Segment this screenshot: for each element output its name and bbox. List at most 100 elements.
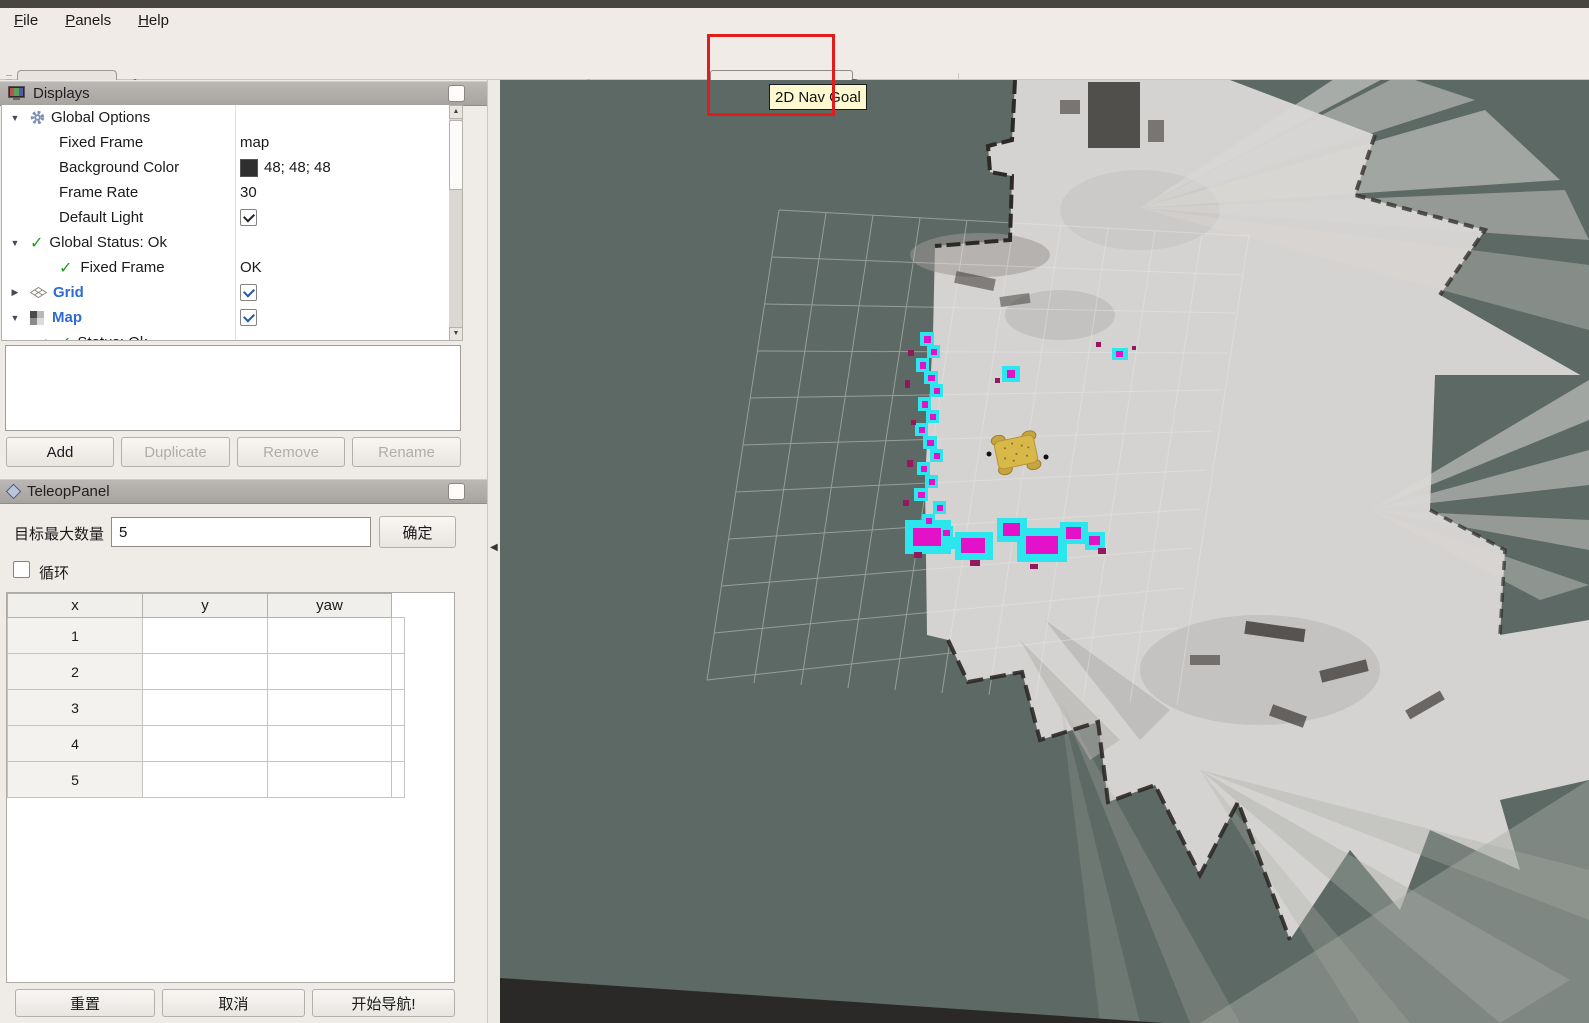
cell-x[interactable] — [143, 726, 268, 762]
gear-icon — [30, 110, 45, 125]
default-light-checkbox[interactable] — [240, 209, 257, 226]
tree-row-fixed-frame-status[interactable]: ✓ Fixed Frame — [2, 255, 234, 280]
grid-icon — [30, 287, 47, 298]
fixed-frame-value[interactable]: map — [240, 130, 440, 155]
default-light-value — [240, 205, 440, 230]
add-display-button[interactable]: Add — [6, 437, 114, 467]
scrollbar-thumb[interactable] — [449, 120, 463, 190]
scroll-down-button[interactable]: ▼ — [449, 327, 463, 341]
cell-yaw[interactable] — [392, 654, 405, 690]
duplicate-display-button[interactable]: Duplicate — [121, 437, 230, 467]
row-header: 3 — [8, 690, 143, 726]
teleop-float-button[interactable] — [448, 483, 465, 500]
cancel-label: 取消 — [218, 993, 248, 1014]
tree-row-frame-rate[interactable]: Frame Rate — [2, 180, 234, 205]
cell-y[interactable] — [268, 654, 392, 690]
displays-float-button[interactable] — [448, 85, 465, 102]
displays-panel-header[interactable]: Displays — [0, 81, 487, 106]
map-enabled-value — [240, 305, 440, 330]
frame-rate-value[interactable]: 30 — [240, 180, 440, 205]
goal-row-2: 2 — [8, 654, 405, 690]
tree-row-global-options[interactable]: ▼ Global Options — [2, 105, 234, 130]
loop-checkbox[interactable] — [13, 561, 30, 578]
row-header: 4 — [8, 726, 143, 762]
panel-splitter[interactable]: ◀ — [487, 80, 500, 1023]
window-titlebar — [0, 0, 1589, 8]
tree-column-divider[interactable] — [235, 105, 236, 340]
menu-file[interactable]: File — [14, 12, 38, 29]
cell-y[interactable] — [268, 618, 392, 654]
tree-row-map-status[interactable]: ▶ ✓ Status: Ok — [2, 330, 234, 341]
column-header-x[interactable]: x — [8, 594, 143, 618]
displays-panel-title: Displays — [33, 85, 90, 102]
background-color-value[interactable]: 48; 48; 48 — [240, 155, 440, 180]
map-render — [500, 80, 1589, 1023]
row-label: Frame Rate — [59, 184, 138, 201]
tree-row-fixed-frame[interactable]: Fixed Frame — [2, 130, 234, 155]
confirm-button[interactable]: 确定 — [379, 516, 456, 548]
row-label: Background Color — [59, 159, 179, 176]
teleop-diamond-icon — [6, 484, 22, 500]
add-label: Add — [47, 444, 74, 461]
cell-yaw[interactable] — [392, 762, 405, 798]
cell-yaw[interactable] — [392, 618, 405, 654]
tree-row-background-color[interactable]: Background Color — [2, 155, 234, 180]
menu-bar: File Panels Help — [0, 8, 1589, 33]
expander-icon[interactable]: ▶ — [42, 337, 56, 341]
remove-display-button[interactable]: Remove — [237, 437, 345, 467]
goal-row-4: 4 — [8, 726, 405, 762]
goal-row-5: 5 — [8, 762, 405, 798]
teleop-panel-header[interactable]: TeleopPanel — [0, 479, 487, 504]
max-goal-label: 目标最大数量 — [14, 523, 104, 544]
expander-icon[interactable]: ▶ — [8, 287, 22, 298]
cell-y[interactable] — [268, 690, 392, 726]
cell-x[interactable] — [143, 654, 268, 690]
goal-row-1: 1 — [8, 618, 405, 654]
duplicate-label: Duplicate — [144, 444, 207, 461]
reset-button[interactable]: 重置 — [15, 989, 155, 1017]
display-description-box — [5, 345, 461, 431]
expander-icon[interactable]: ▼ — [8, 113, 22, 123]
3d-viewport[interactable] — [500, 80, 1589, 1023]
goal-table[interactable]: x y yaw 1 2 3 4 5 — [6, 592, 455, 983]
status-ok-check-icon: ✓ — [58, 333, 71, 342]
row-label: Fixed Frame — [59, 134, 143, 151]
start-navigation-button[interactable]: 开始导航! — [312, 989, 455, 1017]
expander-icon[interactable]: ▼ — [8, 238, 22, 248]
cell-y[interactable] — [268, 726, 392, 762]
column-header-y[interactable]: y — [143, 594, 268, 618]
cell-x[interactable] — [143, 690, 268, 726]
tree-scrollbar[interactable]: ▲ ▼ — [449, 105, 463, 341]
row-label: Fixed Frame — [80, 259, 164, 276]
tree-row-map[interactable]: ▼ Map — [2, 305, 234, 330]
splitter-collapse-handle[interactable]: ◀ — [490, 542, 498, 553]
cancel-button[interactable]: 取消 — [162, 989, 305, 1017]
max-goal-input[interactable] — [111, 517, 371, 547]
tree-row-global-status[interactable]: ▼ ✓ Global Status: Ok — [2, 230, 234, 255]
color-swatch — [240, 159, 258, 177]
goal-table-header-row: x y yaw — [8, 594, 405, 618]
map-checkbox[interactable] — [240, 309, 257, 326]
value-text: 30 — [240, 184, 257, 201]
left-panel-column: Displays ▼ Global Options Fixed Frame ma… — [0, 80, 487, 1023]
menu-panels[interactable]: Panels — [65, 12, 111, 29]
cell-x[interactable] — [143, 618, 268, 654]
row-label: Default Light — [59, 209, 143, 226]
tree-row-grid[interactable]: ▶ Grid — [2, 280, 234, 305]
grid-checkbox[interactable] — [240, 284, 257, 301]
cell-yaw[interactable] — [392, 690, 405, 726]
scroll-up-button[interactable]: ▲ — [449, 105, 463, 119]
expander-icon[interactable]: ▼ — [8, 313, 22, 323]
cell-yaw[interactable] — [392, 726, 405, 762]
cell-y[interactable] — [268, 762, 392, 798]
rename-display-button[interactable]: Rename — [352, 437, 461, 467]
map-icon — [30, 311, 44, 325]
cell-x[interactable] — [143, 762, 268, 798]
row-header: 2 — [8, 654, 143, 690]
tree-row-default-light[interactable]: Default Light — [2, 205, 234, 230]
displays-tree[interactable]: ▼ Global Options Fixed Frame map Backgro… — [1, 105, 463, 341]
status-ok-check-icon: ✓ — [30, 233, 43, 253]
row-header: 1 — [8, 618, 143, 654]
menu-help[interactable]: Help — [138, 12, 169, 29]
column-header-yaw[interactable]: yaw — [268, 594, 392, 618]
